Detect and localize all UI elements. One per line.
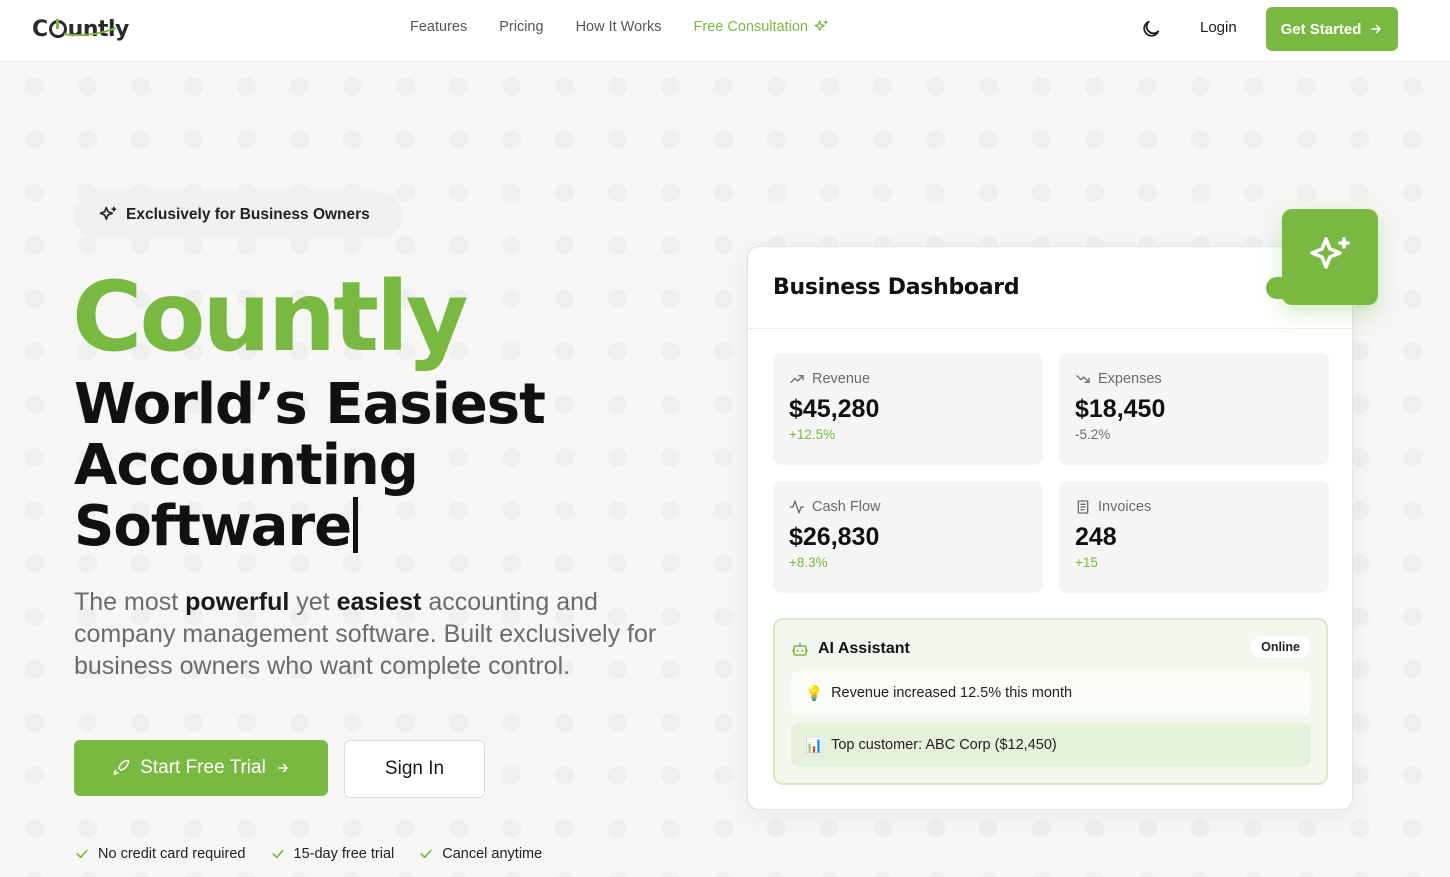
- bar-chart-icon: 📊: [805, 737, 824, 754]
- arrow-right-icon: [278, 763, 288, 773]
- get-started-button[interactable]: Get Started: [1266, 7, 1398, 51]
- business-dashboard-card: Business Dashboard Revenue $45,280 +12.5…: [747, 246, 1353, 810]
- stat-value: $45,280: [789, 395, 880, 423]
- hero-description: The most powerful yet easiest accounting…: [74, 588, 657, 680]
- perk-item: No credit card required: [74, 846, 246, 862]
- login-link[interactable]: Login: [1200, 19, 1237, 36]
- stat-card-revenue: Revenue $45,280 +12.5%: [773, 353, 1043, 465]
- sparkles-icon: [99, 206, 117, 220]
- receipt-icon: [1077, 500, 1089, 514]
- stat-delta: +12.5%: [789, 427, 836, 442]
- brand-name: Countly: [72, 261, 468, 373]
- sparkles-icon: [814, 20, 828, 31]
- ai-assistant-title: AI Assistant: [791, 640, 910, 658]
- stat-card-invoices: Invoices 248 +15: [1059, 481, 1329, 593]
- dashboard-title: Business Dashboard: [773, 275, 1020, 300]
- activity-icon: [789, 500, 805, 514]
- headline: World’s Easiest Accounting Software: [74, 372, 546, 559]
- perk-item: 15-day free trial: [270, 846, 394, 862]
- check-icon: [420, 849, 432, 859]
- lightbulb-icon: 💡: [805, 685, 824, 702]
- perk-item: Cancel anytime: [418, 846, 542, 862]
- stat-card-cash-flow: Cash Flow $26,830 +8.3%: [773, 481, 1043, 593]
- start-free-trial-button[interactable]: Start Free Trial: [74, 740, 328, 796]
- sign-in-button[interactable]: Sign In: [344, 740, 485, 798]
- nav-links: Features Pricing How It Works Free Consu…: [410, 19, 829, 35]
- audience-badge: Exclusively for Business Owners: [74, 191, 402, 239]
- trending-down-icon: [1076, 375, 1090, 383]
- top-nav: Cuntly Features Pricing How It Works Fre…: [0, 0, 1450, 62]
- ai-message: 📊 Top customer: ABC Corp ($12,450): [791, 723, 1311, 767]
- stat-value: 248: [1075, 523, 1117, 551]
- check-icon: [76, 849, 88, 859]
- check-icon: [272, 849, 283, 859]
- sparkles-icon: [1310, 237, 1350, 269]
- logo-swoosh-icon: [63, 27, 117, 36]
- stat-value: $18,450: [1075, 395, 1166, 423]
- ai-assistant-panel: AI Assistant Online 💡 Revenue increased …: [773, 618, 1328, 785]
- stat-value: $26,830: [789, 523, 880, 551]
- ai-sparkle-badge: [1282, 209, 1378, 305]
- nav-link-how-it-works[interactable]: How It Works: [576, 19, 662, 35]
- moon-icon[interactable]: [1140, 18, 1162, 40]
- perks-list: No credit card required 15-day free tria…: [74, 846, 542, 862]
- bot-icon: [791, 642, 809, 656]
- stat-delta: +15: [1075, 555, 1098, 570]
- stat-delta: +8.3%: [789, 555, 828, 570]
- trending-up-icon: [790, 375, 804, 383]
- nav-link-features[interactable]: Features: [410, 19, 467, 35]
- stat-delta: -5.2%: [1075, 427, 1111, 442]
- rocket-icon: [113, 759, 130, 775]
- ai-message: 💡 Revenue increased 12.5% this month: [791, 671, 1311, 715]
- typing-caret: [353, 497, 359, 553]
- dashboard-header: Business Dashboard: [748, 247, 1352, 329]
- arrow-right-icon: [1371, 24, 1382, 34]
- nav-link-free-consultation[interactable]: Free Consultation: [694, 19, 829, 35]
- ai-status-badge: Online: [1251, 636, 1310, 658]
- nav-link-pricing[interactable]: Pricing: [499, 19, 543, 35]
- stat-card-expenses: Expenses $18,450 -5.2%: [1059, 353, 1329, 465]
